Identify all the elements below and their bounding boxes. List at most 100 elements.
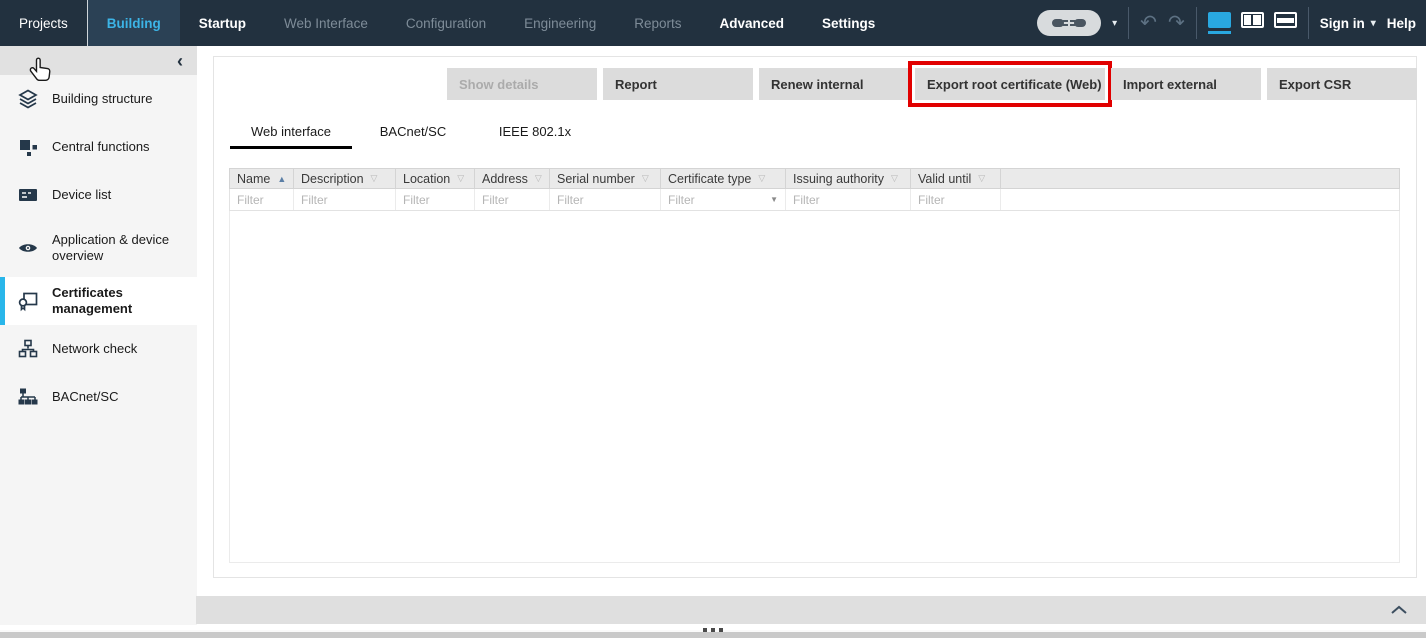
main-content: Show details Report Renew internal Expor… [197,46,1426,625]
sidebar-item-label: Device list [52,187,111,203]
layout-split-vertical-icon[interactable] [1241,12,1264,34]
eye-icon [17,237,39,259]
sort-none-icon: ▽ [758,173,765,184]
nav-item-engineering: Engineering [505,0,615,46]
nav-item-settings[interactable]: Settings [803,0,894,46]
tab-web-interface[interactable]: Web interface [230,124,352,149]
layout-switcher [1208,12,1297,34]
connection-toggle[interactable] [1037,10,1101,36]
column-header-name[interactable]: Name ▲ [230,169,294,188]
filter-cell-issuing-authority [786,189,911,210]
report-button[interactable]: Report [603,68,753,100]
sidebar-item-bacnet-sc[interactable]: BACnet/SC [0,373,197,421]
filter-input-description[interactable] [301,193,388,207]
tab-ieee-8021x[interactable]: IEEE 802.1x [474,124,596,149]
undo-icon: ↶ [1140,13,1157,33]
certificates-table: Name ▲ Description ▽ Location ▽ Address … [229,168,1400,563]
column-header-address[interactable]: Address ▽ [475,169,550,188]
table-header-row: Name ▲ Description ▽ Location ▽ Address … [229,168,1400,189]
filter-input-valid-until[interactable] [918,193,993,207]
horizontal-splitter[interactable] [0,630,1426,638]
network-icon [17,338,39,360]
nav-item-advanced[interactable]: Advanced [700,0,803,46]
table-filter-row: ▼ [229,189,1400,211]
sidebar-item-label: Certificates management [52,285,177,318]
filter-input-serial-number[interactable] [557,193,653,207]
column-label: Serial number [557,172,635,186]
sort-none-icon: ▽ [891,173,898,184]
expand-up-icon[interactable] [1390,605,1408,615]
column-label: Location [403,172,450,186]
column-label: Valid until [918,172,971,186]
redo-icon: ↷ [1168,13,1185,33]
sidebar-item-label: Network check [52,341,137,357]
filter-input-issuing-authority[interactable] [793,193,903,207]
main-menu: Projects Building Startup Web Interface … [0,0,894,46]
column-header-description[interactable]: Description ▽ [294,169,396,188]
filter-cell-location [396,189,475,210]
column-label: Certificate type [668,172,751,186]
layout-single-pane-icon[interactable] [1208,12,1231,34]
column-header-serial-number[interactable]: Serial number ▽ [550,169,661,188]
sort-none-icon: ▽ [642,173,649,184]
nav-item-building[interactable]: Building [88,0,180,46]
filter-dropdown-caret-icon[interactable]: ▼ [770,195,778,204]
nav-item-configuration: Configuration [387,0,505,46]
filter-cell-address [475,189,550,210]
filter-input-address[interactable] [482,193,542,207]
sidebar-item-device-list[interactable]: Device list [0,171,197,219]
sidebar-item-label: BACnet/SC [52,389,118,405]
sidebar-item-label: Building structure [52,91,152,107]
sign-in-caret-icon: ▾ [1371,18,1376,29]
sort-none-icon: ▽ [535,173,542,184]
filter-input-name[interactable] [237,193,286,207]
sort-none-icon: ▽ [978,173,985,184]
column-header-certificate-type[interactable]: Certificate type ▽ [661,169,786,188]
filter-input-certificate-type[interactable] [668,193,766,207]
sidebar-item-central-functions[interactable]: Central functions [0,123,197,171]
filter-cell-description [294,189,396,210]
renew-internal-button[interactable]: Renew internal [759,68,909,100]
column-header-valid-until[interactable]: Valid until ▽ [911,169,1001,188]
sidebar-item-network-check[interactable]: Network check [0,325,197,373]
top-navigation-bar: Projects Building Startup Web Interface … [0,0,1426,46]
sidebar-header: ‹ [0,46,197,75]
filter-cell-valid-until [911,189,1001,210]
import-external-button[interactable]: Import external [1111,68,1261,100]
sidebar: ‹ Building structure Central functions [0,46,197,625]
column-label: Address [482,172,528,186]
sort-none-icon: ▽ [371,173,378,184]
help-button[interactable]: Help [1387,16,1416,31]
nav-item-reports: Reports [615,0,700,46]
splitter-grip-icon [703,628,723,632]
toolbar-separator [1196,7,1197,39]
export-csr-button[interactable]: Export CSR [1267,68,1417,100]
sidebar-collapse-icon[interactable]: ‹ [177,52,183,70]
column-header-location[interactable]: Location ▽ [396,169,475,188]
show-details-button: Show details [447,68,597,100]
device-list-icon [17,184,39,206]
nav-item-projects[interactable]: Projects [0,0,87,46]
toolbar-separator [1308,7,1309,39]
sign-in-button[interactable]: Sign in ▾ [1320,16,1376,31]
column-label: Description [301,172,364,186]
filter-input-location[interactable] [403,193,467,207]
layout-split-horizontal-icon[interactable] [1274,12,1297,34]
bottom-panel-bar [196,596,1426,624]
filter-cell-name [230,189,294,210]
table-body-empty [229,211,1400,563]
sort-asc-icon: ▲ [277,174,286,184]
column-header-issuing-authority[interactable]: Issuing authority ▽ [786,169,911,188]
tab-bacnet-sc[interactable]: BACnet/SC [352,124,474,149]
sidebar-item-certificates-management[interactable]: Certificates management [0,277,197,325]
connection-dropdown-caret-icon[interactable]: ▾ [1112,18,1117,29]
sidebar-item-application-device-overview[interactable]: Application & device overview [0,219,197,277]
sidebar-item-building-structure[interactable]: Building structure [0,75,197,123]
nav-item-web-interface: Web Interface [265,0,387,46]
filter-cell-filler [1001,189,1399,210]
export-root-certificate-web-button[interactable]: Export root certificate (Web) [915,68,1105,100]
sidebar-item-label: Application & device overview [52,232,177,265]
sidebar-item-label: Central functions [52,139,150,155]
sort-none-icon: ▽ [457,173,464,184]
nav-item-startup[interactable]: Startup [180,0,265,46]
